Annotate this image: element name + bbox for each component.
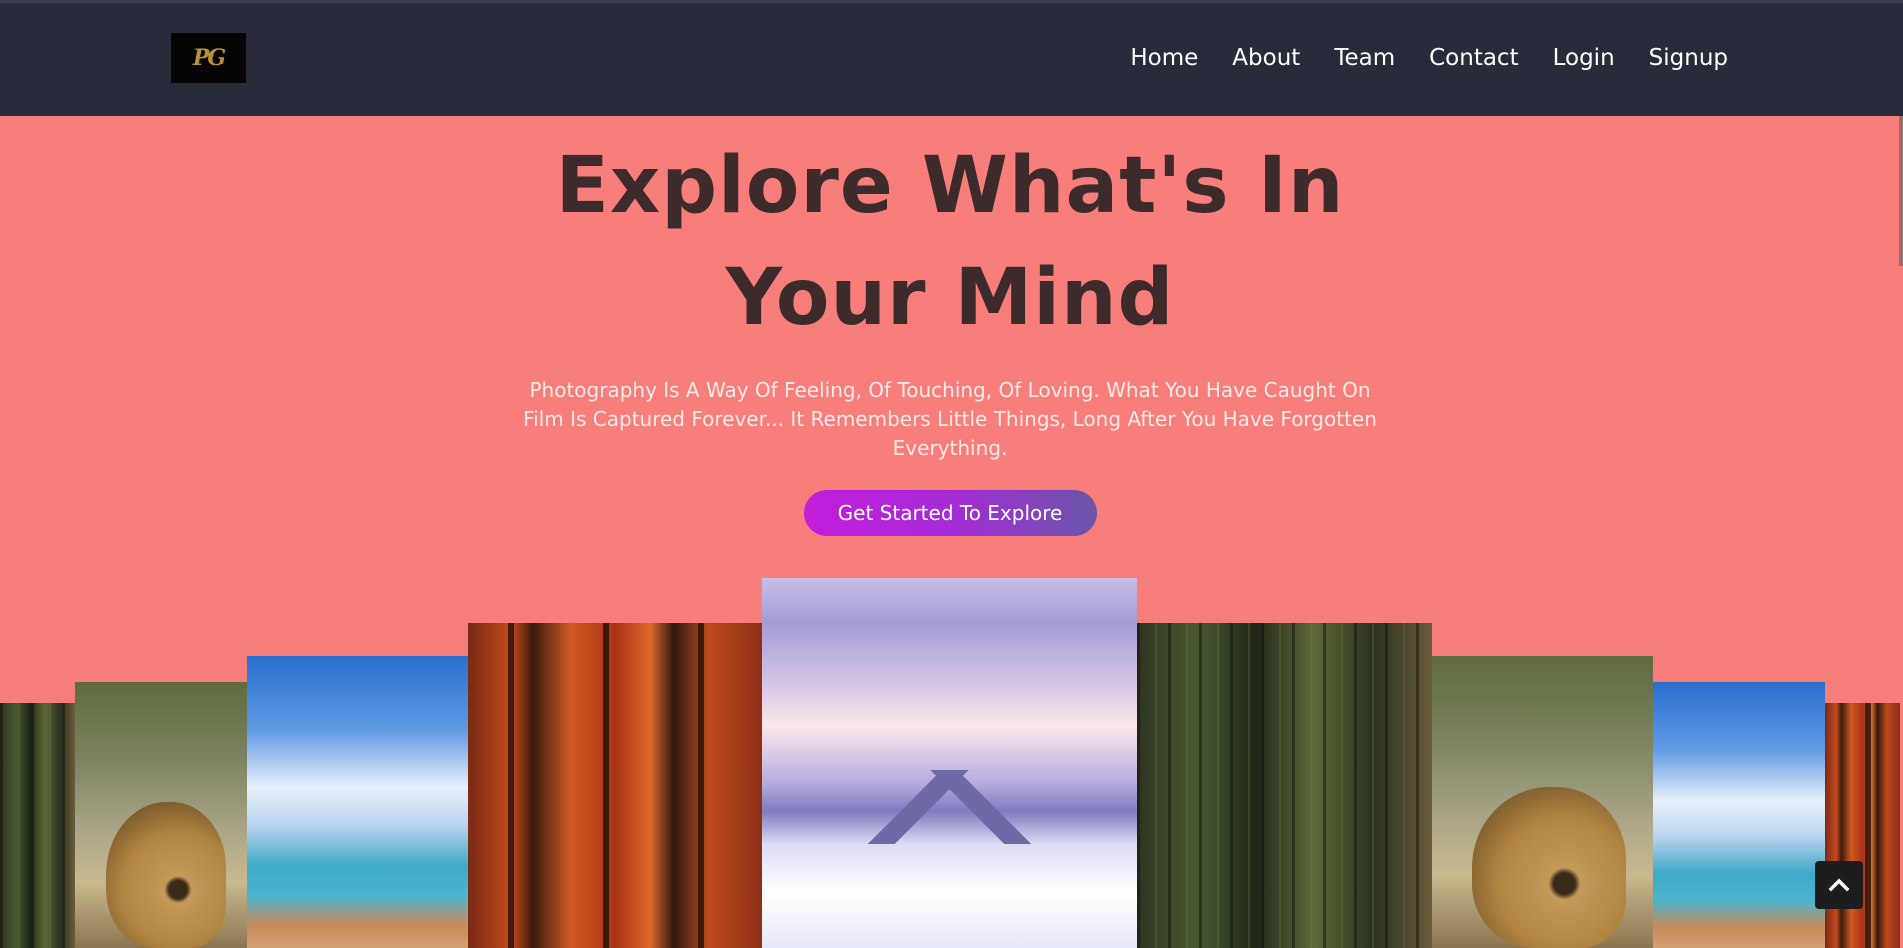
top-navbar: PG Home About Team Contact Login Signup xyxy=(0,0,1903,116)
main-nav: Home About Team Contact Login Signup xyxy=(1130,45,1728,71)
nav-contact[interactable]: Contact xyxy=(1429,45,1518,71)
gallery-photo-autumn-left[interactable] xyxy=(468,623,762,948)
hero-title: Explore What's In Your Mind xyxy=(555,141,1345,343)
nav-about[interactable]: About xyxy=(1232,45,1300,71)
gallery-photo-forest-right[interactable] xyxy=(1137,623,1432,948)
nav-login[interactable]: Login xyxy=(1553,45,1615,71)
gallery-photo-autumn-right[interactable] xyxy=(1825,703,1900,948)
gallery-photo-beach-left[interactable] xyxy=(247,656,468,948)
back-to-top-button[interactable] xyxy=(1815,861,1863,909)
gallery-photo-beach-right[interactable] xyxy=(1653,682,1825,948)
gallery-photo-forest-left[interactable] xyxy=(0,703,75,948)
nav-home[interactable]: Home xyxy=(1130,45,1198,71)
site-logo[interactable]: PG xyxy=(171,33,246,83)
nav-signup[interactable]: Signup xyxy=(1649,45,1728,71)
hero-subtitle: Photography Is A Way Of Feeling, Of Touc… xyxy=(523,378,1377,460)
chevron-up-icon xyxy=(1828,878,1850,892)
hero-section: Explore What's In Your Mind Photography … xyxy=(0,116,1900,536)
gallery-photo-dog-right[interactable] xyxy=(1432,656,1653,948)
get-started-button[interactable]: Get Started To Explore xyxy=(803,490,1097,536)
logo-text: PG xyxy=(192,45,226,71)
gallery-photo-snow-center[interactable] xyxy=(762,578,1137,948)
nav-team[interactable]: Team xyxy=(1334,45,1395,71)
gallery-photo-dog-left[interactable] xyxy=(75,682,247,948)
